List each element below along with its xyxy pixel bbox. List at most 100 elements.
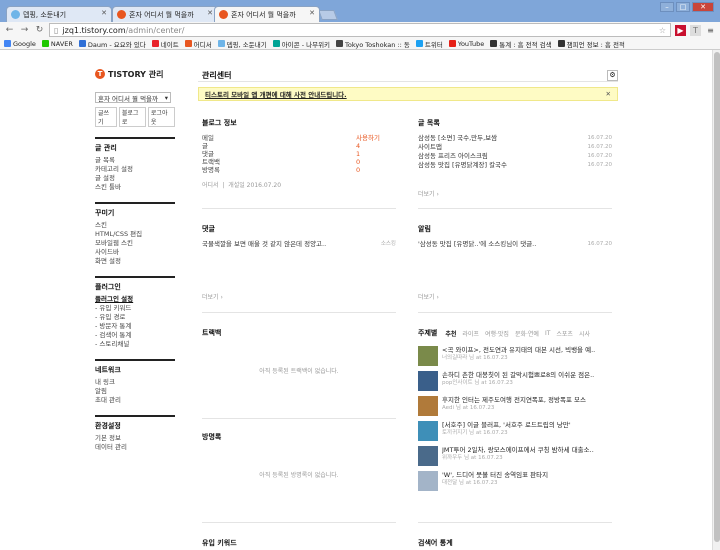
topic-tab[interactable]: 시사 bbox=[579, 329, 590, 338]
close-tab-icon[interactable]: ✕ bbox=[207, 9, 213, 17]
alert-item[interactable]: '삼성동 맛집 [유명닭..'에 소스킹님이 댓글.. 16.07.20 bbox=[418, 240, 612, 249]
topic-tab[interactable]: 추천 bbox=[445, 329, 456, 338]
topic-item[interactable]: JMT투어 2일차, 랑모스에이프에서 쿠칭 밤하세 대출소.. 위까우두 님 a… bbox=[418, 446, 612, 466]
bookmark-item[interactable]: NAVER bbox=[41, 40, 73, 48]
menu-icon[interactable]: ≡ bbox=[705, 25, 716, 36]
bookmark-item[interactable]: 챔피언 정보 : 흠 전적 bbox=[557, 39, 625, 49]
address-bar[interactable]: ▯ jzq1.tistory.com/admin/center/ ☆ bbox=[49, 23, 671, 37]
topic-item[interactable]: <곡 와이프>, 전도연과 유지태의 대본 시선, 빅뱅을 예.. 너의길따라 님… bbox=[418, 346, 612, 366]
close-icon[interactable]: ✕ bbox=[606, 90, 611, 98]
comments-more-link[interactable]: 더보기 › bbox=[202, 292, 223, 301]
sidebar-menu-item[interactable]: 스킨 툴바 bbox=[95, 183, 175, 192]
sidebar-menu-item[interactable]: - 유입 키워드 bbox=[95, 304, 175, 313]
post-item[interactable]: 삼성동 맛집 [유명닭계장] 칼국수 16.07.20 bbox=[418, 161, 612, 170]
topic-item[interactable]: 손하디 촌한 대봉칫이 된 갈막시험쁘로8의 이쉬운 점은.. pop인사이트 님… bbox=[418, 371, 612, 391]
bookmark-item[interactable]: 어디서 bbox=[184, 39, 212, 49]
sidebar-menu-item[interactable]: - 방문자 통계 bbox=[95, 322, 175, 331]
topic-tab[interactable]: IT bbox=[545, 330, 550, 337]
divider bbox=[418, 312, 612, 313]
sidebar-menu-item[interactable]: 카테고리 설정 bbox=[95, 165, 175, 174]
comment-item[interactable]: 국물색깔을 보면 매울 것 같지 않은데 정양고.. 소스킹 bbox=[202, 240, 396, 249]
write-link[interactable]: 글쓰기 bbox=[95, 107, 117, 127]
topic-thumbnail[interactable] bbox=[418, 471, 438, 491]
guestbook-section: 방명록 아직 등록된 방명록이 없습니다. bbox=[202, 432, 396, 512]
bookmark-star-icon[interactable]: ☆ bbox=[659, 26, 666, 35]
notice-link[interactable]: 티스토리 모바일 앱 개편에 대해 사전 안내드립니다. bbox=[205, 89, 347, 99]
topic-thumbnail[interactable] bbox=[418, 371, 438, 391]
maximize-icon[interactable]: □ bbox=[676, 2, 690, 12]
topic-tabs: 추천 라이프 여행·맛집 문화·연예 IT 스포츠 시사 bbox=[445, 329, 590, 338]
divider bbox=[418, 522, 612, 523]
topic-tab[interactable]: 문화·연예 bbox=[515, 329, 539, 338]
sidebar-menu-item[interactable]: 알림 bbox=[95, 387, 175, 396]
new-tab-button[interactable] bbox=[318, 10, 338, 20]
browser-tab-3-active[interactable]: 혼자 어디서 뭘 먹을까 ✕ bbox=[214, 6, 320, 22]
forward-icon[interactable]: → bbox=[19, 25, 30, 35]
translate-icon[interactable]: T bbox=[690, 24, 701, 36]
menu-group: 네트워크 내 링크 알림 초대 관리 bbox=[95, 359, 175, 405]
bookmark-item[interactable]: 통계 : 흠 전적 검색 bbox=[490, 39, 552, 49]
sidebar-menu-item[interactable]: HTML/CSS 편집 bbox=[95, 230, 175, 239]
browser-toolbar: ← → ↻ ▯ jzq1.tistory.com/admin/center/ ☆… bbox=[0, 22, 720, 38]
browser-tab-2[interactable]: 혼자 어디서 뭘 먹을까 ✕ bbox=[112, 6, 218, 22]
sidebar-menu-item[interactable]: - 유입 경로 bbox=[95, 313, 175, 322]
topic-tab[interactable]: 스포츠 bbox=[556, 329, 573, 338]
bookmark-item[interactable]: 트위터 bbox=[415, 39, 443, 49]
topic-thumbnail[interactable] bbox=[418, 396, 438, 416]
minimize-icon[interactable]: – bbox=[660, 2, 674, 12]
post-item[interactable]: 삼성동 프리즈 아이스크림 16.07.20 bbox=[418, 152, 612, 161]
sidebar-menu-item[interactable]: - 스토리채널 bbox=[95, 340, 175, 349]
sidebar-menu-item[interactable]: 화면 설정 bbox=[95, 257, 175, 266]
post-item[interactable]: 사이트맵 16.07.20 bbox=[418, 143, 612, 152]
bookmark-item[interactable]: 네이트 bbox=[151, 39, 179, 49]
tistory-logo[interactable]: T TISTORY 관리 bbox=[95, 68, 175, 80]
sidebar-menu-item[interactable]: - 검색어 통계 bbox=[95, 331, 175, 340]
reload-icon[interactable]: ↻ bbox=[34, 25, 45, 35]
blog-select[interactable]: 혼자 어디서 뭘 먹을까 ▾ bbox=[95, 92, 171, 103]
topic-item[interactable]: [서호주] 이글 블러프, '서호주 로드트립의 낭만' 토끼귀지기 님 at 1… bbox=[418, 421, 612, 441]
goto-blog-link[interactable]: 블로그로 bbox=[118, 107, 146, 127]
sidebar-menu-item[interactable]: 초대 관리 bbox=[95, 396, 175, 405]
sidebar-menu-item[interactable]: 모바일웹 스킨 bbox=[95, 239, 175, 248]
sidebar-menu-item[interactable]: 내 링크 bbox=[95, 378, 175, 387]
page-scrollbar[interactable] bbox=[712, 50, 720, 550]
bookmark-item[interactable]: YouTube bbox=[448, 40, 484, 48]
extension-icon[interactable]: ▶ bbox=[675, 24, 686, 36]
sidebar-menu-item[interactable]: 기본 정보 bbox=[95, 434, 175, 443]
menu-group-title: 꾸미기 bbox=[95, 209, 115, 217]
post-list-more-link[interactable]: 더보기 › bbox=[418, 189, 439, 198]
topic-tab[interactable]: 라이프 bbox=[462, 329, 479, 338]
sidebar-menu-item[interactable]: 스킨 bbox=[95, 221, 175, 230]
sidebar-menu-item[interactable]: 데이터 관리 bbox=[95, 443, 175, 452]
topic-thumbnail[interactable] bbox=[418, 346, 438, 366]
sidebar-menu-item[interactable]: 플러그인 설정 bbox=[95, 295, 175, 304]
logout-link[interactable]: 로그아웃 bbox=[147, 107, 175, 127]
bookmark-item[interactable]: Daum - 요요와 있다 bbox=[78, 39, 146, 49]
close-window-icon[interactable]: ✕ bbox=[692, 2, 714, 12]
bookmark-favicon-icon bbox=[41, 40, 49, 47]
bookmark-item[interactable]: Google bbox=[4, 40, 36, 48]
scrollbar-thumb[interactable] bbox=[714, 52, 720, 542]
topic-thumbnail[interactable] bbox=[418, 446, 438, 466]
topic-item[interactable]: 'W', 드디어 뭇볼 터진 송역임표 판타지 대전달 님 at 16.07.23 bbox=[418, 471, 612, 491]
back-icon[interactable]: ← bbox=[4, 25, 15, 35]
gear-icon[interactable]: ⚙ bbox=[607, 69, 618, 81]
close-tab-icon[interactable]: ✕ bbox=[309, 9, 315, 17]
sidebar-menu-item[interactable]: 사이드바 bbox=[95, 248, 175, 257]
topic-thumbnail[interactable] bbox=[418, 421, 438, 441]
tistory-logo-icon: T bbox=[95, 69, 105, 79]
close-tab-icon[interactable]: ✕ bbox=[101, 9, 107, 17]
alerts-more-link[interactable]: 더보기 › bbox=[418, 292, 439, 301]
topic-item[interactable]: 후지한 인터는 제주도여행 전지연폭포, 정방폭포 모스 Aedi 님 at 16… bbox=[418, 396, 612, 416]
bookmark-favicon-icon bbox=[78, 40, 86, 47]
bookmark-item[interactable]: Tokyo Toshokan :: 동 bbox=[336, 39, 410, 49]
notice-banner: 티스토리 모바일 앱 개편에 대해 사전 안내드립니다. ✕ bbox=[198, 87, 618, 101]
sidebar-menu-item[interactable]: 글 목록 bbox=[95, 156, 175, 165]
topic-tab[interactable]: 여행·맛집 bbox=[485, 329, 509, 338]
bookmark-item[interactable]: 뎁핑, 소둔내기 bbox=[217, 39, 267, 49]
bookmark-item[interactable]: 아이콘 - 나무위키 bbox=[272, 39, 330, 49]
sidebar-menu-item[interactable]: 글 설정 bbox=[95, 174, 175, 183]
admin-main: 관리센터 ⚙ 티스토리 모바일 앱 개편에 대해 사전 안내드립니다. ✕ bbox=[198, 68, 618, 101]
browser-tab-1[interactable]: 뎁핑, 소둔내기 ✕ bbox=[6, 6, 112, 22]
post-item[interactable]: 삼성동 [소면] 국수,만두,보쌈 16.07.20 bbox=[418, 134, 612, 143]
